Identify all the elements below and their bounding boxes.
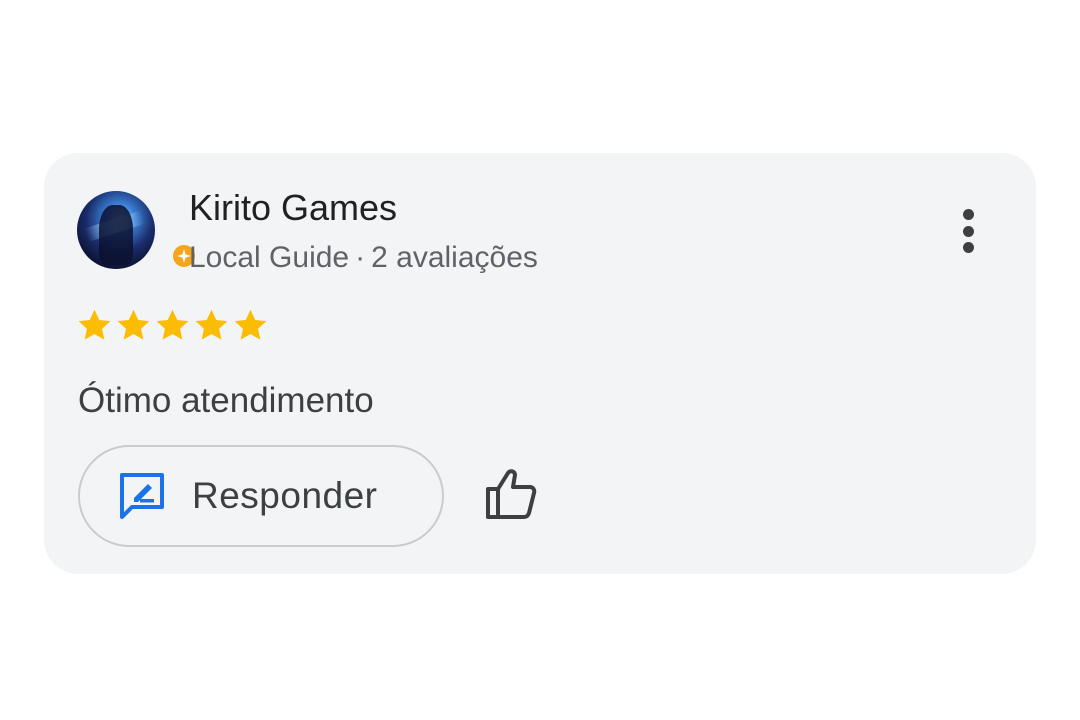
author-meta: Local Guide · 2 avaliações xyxy=(189,241,538,275)
reply-icon xyxy=(120,473,164,519)
thumbs-up-icon xyxy=(486,469,537,519)
more-vertical-icon-dot xyxy=(962,209,974,220)
star-icon xyxy=(117,309,150,340)
author-review-count: 2 avaliações xyxy=(371,241,538,274)
author-name[interactable]: Kirito Games xyxy=(189,187,397,229)
author-level: Local Guide xyxy=(189,241,350,274)
more-vertical-icon-dot xyxy=(962,242,974,253)
star-icon xyxy=(234,309,267,340)
more-vertical-icon-dot xyxy=(962,225,974,237)
star-rating xyxy=(76,307,269,344)
more-options-button[interactable] xyxy=(944,203,992,259)
star-icon xyxy=(156,309,189,340)
review-card: Kirito Games Local Guide · 2 avaliações Ót… xyxy=(44,153,1036,574)
review-text: Ótimo atendimento xyxy=(78,381,374,420)
author-avatar[interactable] xyxy=(77,191,155,269)
star-icon xyxy=(195,309,228,340)
reply-button[interactable]: Responder xyxy=(78,445,444,547)
reply-button-label: Responder xyxy=(192,475,378,516)
star-icon xyxy=(78,309,111,340)
like-button[interactable] xyxy=(484,465,540,521)
avatar-figure xyxy=(99,205,133,265)
meta-separator: · xyxy=(355,241,366,274)
